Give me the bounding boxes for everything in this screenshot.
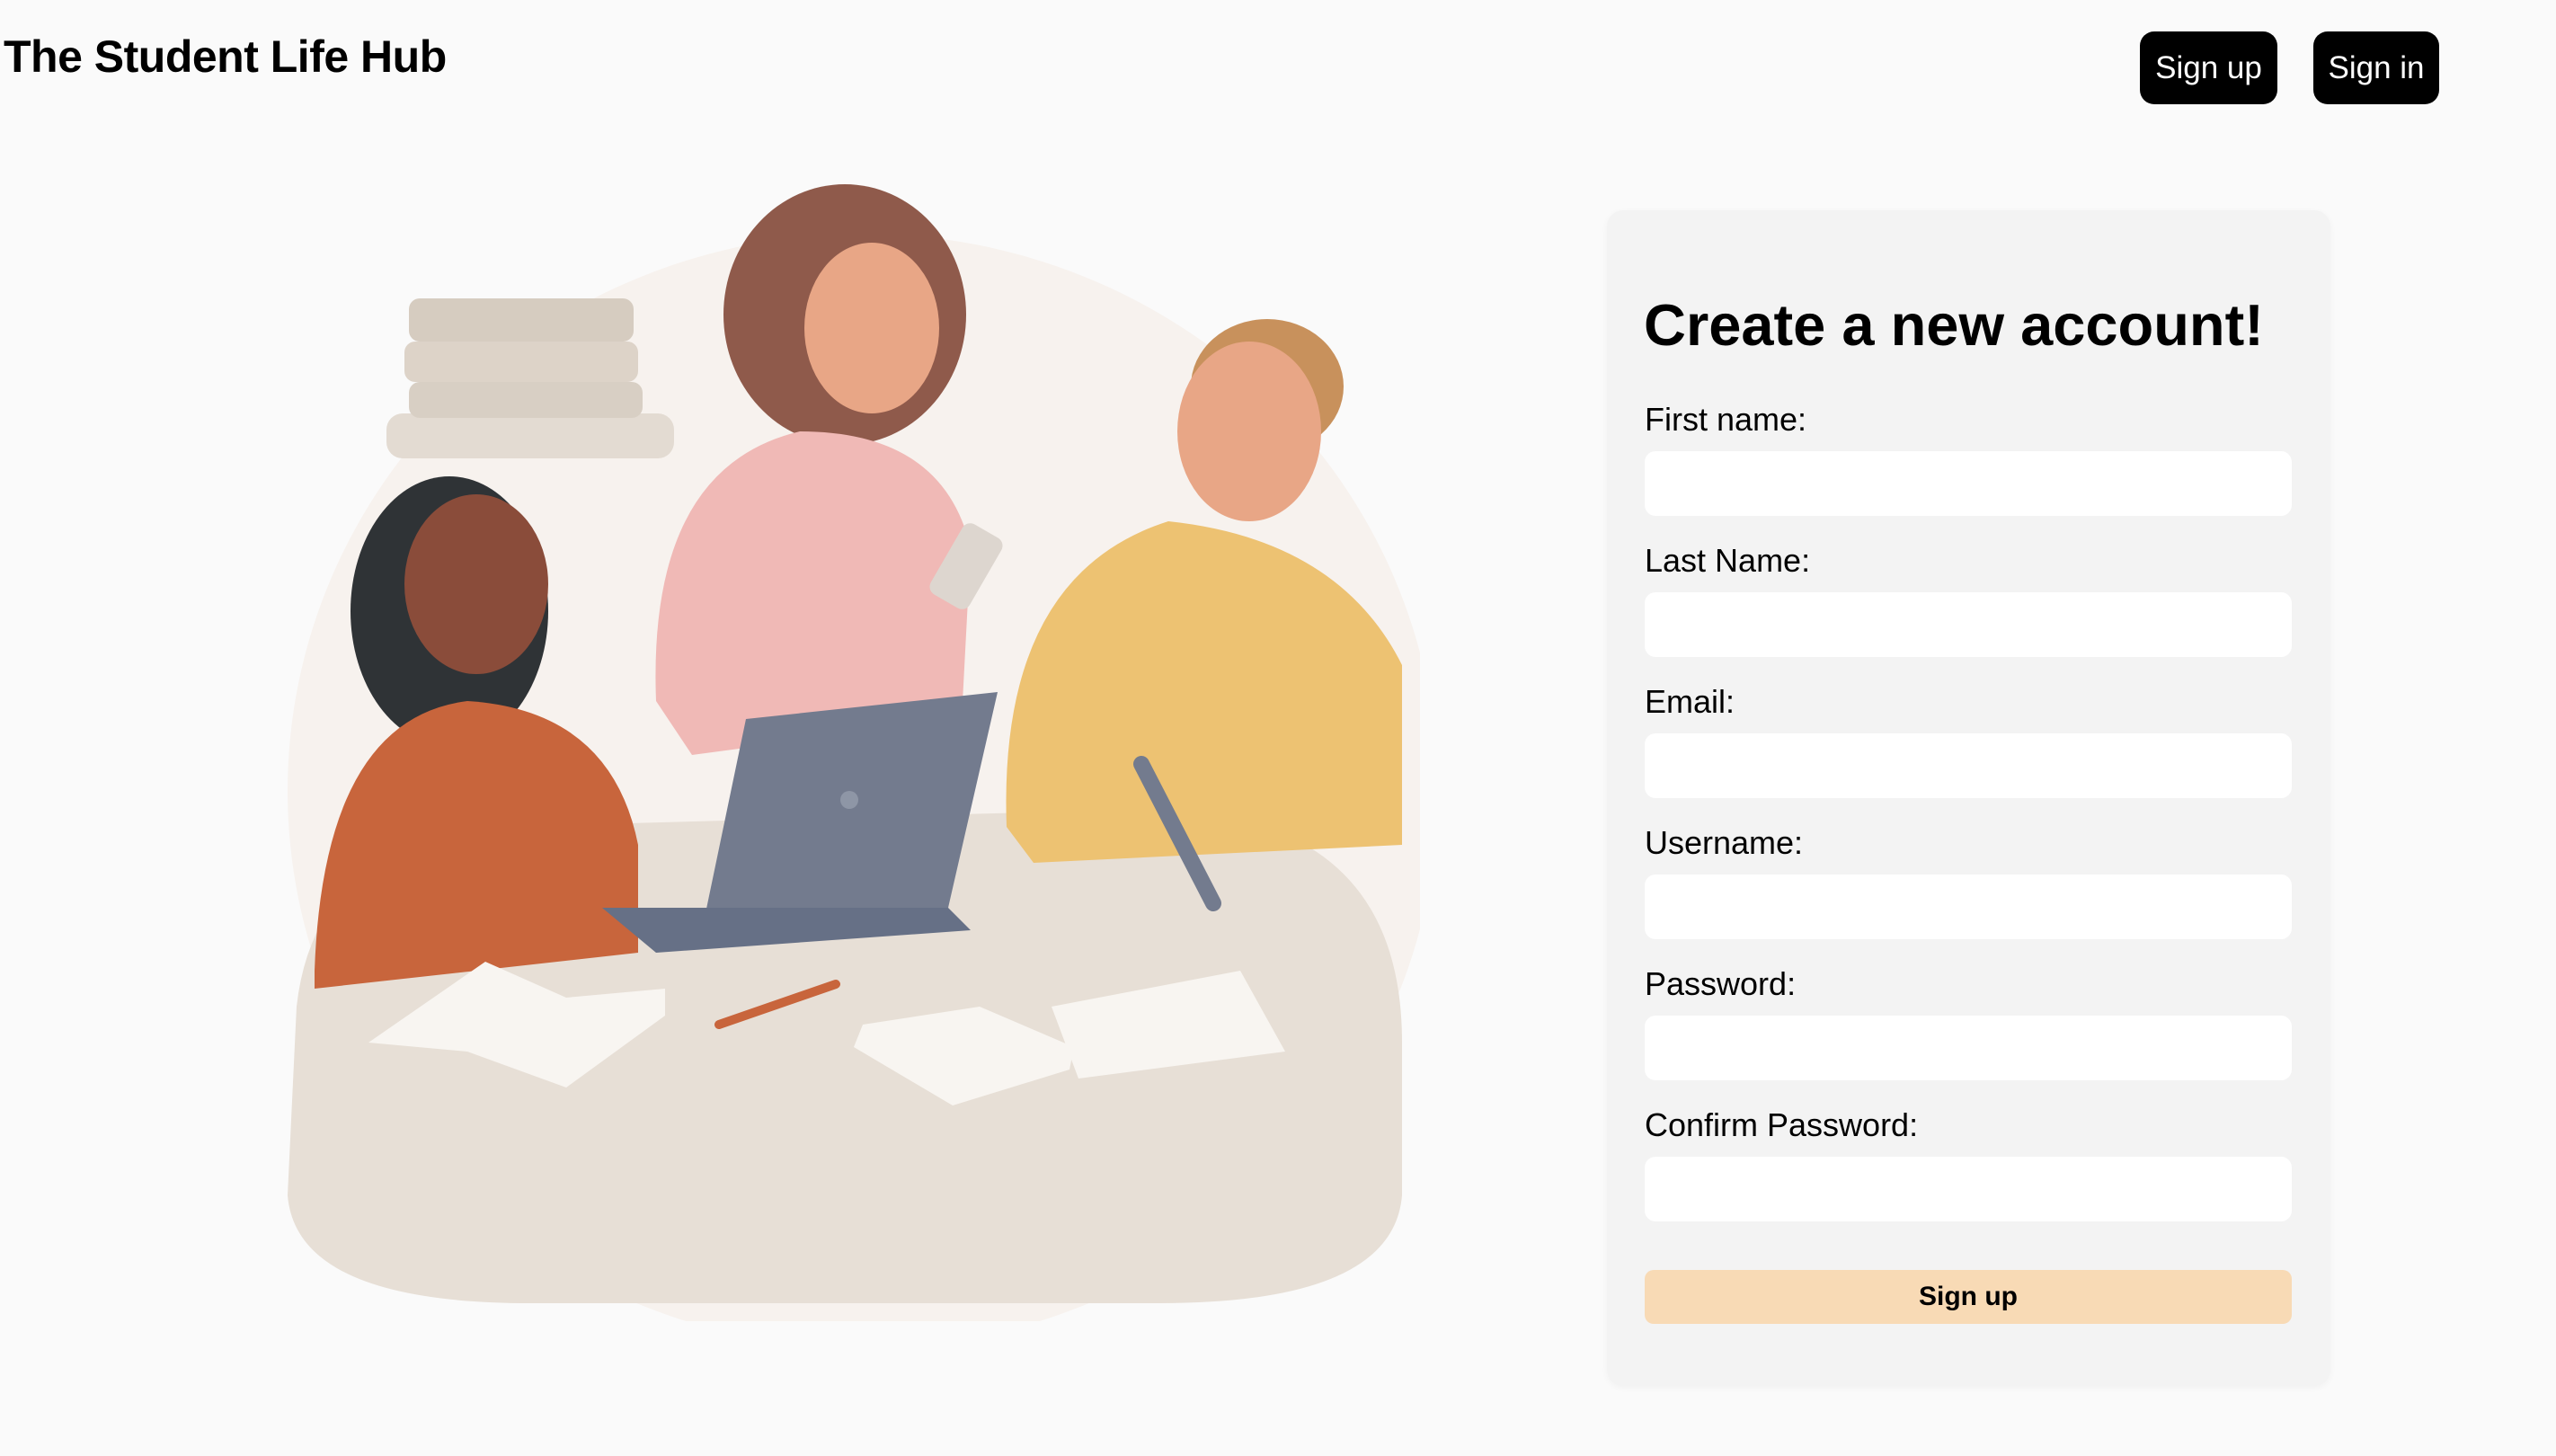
password-input[interactable]	[1645, 1016, 2292, 1080]
password-label: Password:	[1645, 965, 1797, 1002]
first-name-label: First name:	[1645, 401, 1807, 438]
last-name-input[interactable]	[1645, 592, 2292, 657]
signup-nav-button[interactable]: Sign up	[2140, 31, 2277, 104]
first-name-input[interactable]	[1645, 451, 2292, 516]
last-name-label: Last Name:	[1645, 542, 1811, 579]
site-brand: The Student Life Hub	[4, 31, 447, 82]
form-title: Create a new account!	[1644, 292, 2264, 358]
email-input[interactable]	[1645, 733, 2292, 798]
signin-nav-button[interactable]: Sign in	[2313, 31, 2439, 104]
students-studying-illustration	[288, 184, 1420, 1321]
username-label: Username:	[1645, 824, 1804, 861]
signup-submit-button[interactable]: Sign up	[1645, 1270, 2292, 1324]
signup-form-card: Create a new account! First name: Last N…	[1607, 210, 2330, 1386]
email-label: Email:	[1645, 683, 1735, 720]
confirm-password-input[interactable]	[1645, 1157, 2292, 1221]
confirm-password-label: Confirm Password:	[1645, 1106, 1919, 1143]
book-stack	[386, 298, 674, 458]
username-input[interactable]	[1645, 874, 2292, 939]
